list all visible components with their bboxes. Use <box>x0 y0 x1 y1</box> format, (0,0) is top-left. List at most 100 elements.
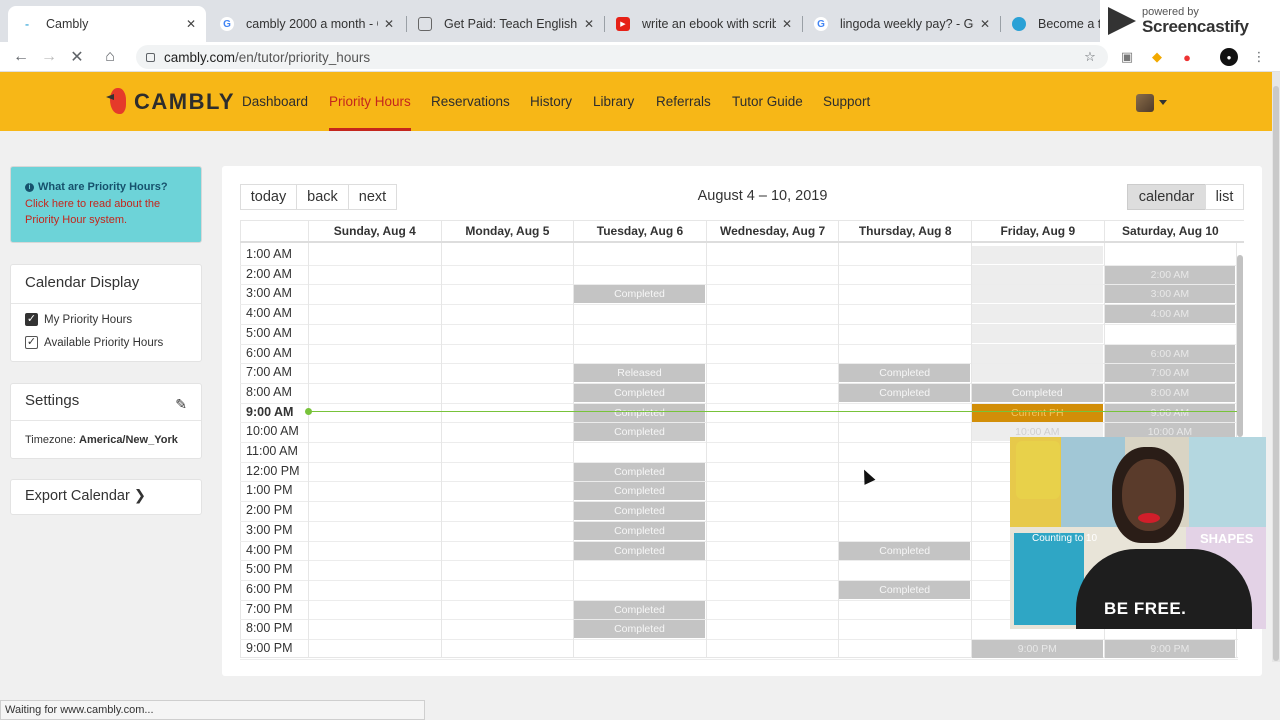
list-view-button[interactable]: list <box>1205 184 1244 210</box>
priority-hour-slot[interactable]: Completed <box>574 502 705 521</box>
priority-hour-slot[interactable] <box>972 364 1103 383</box>
priority-hour-slot[interactable]: Completed <box>574 285 705 304</box>
priority-hour-slot[interactable] <box>972 305 1103 324</box>
nav-reservations[interactable]: Reservations <box>431 72 510 131</box>
priority-hour-slot[interactable]: 9:00 PM <box>972 640 1103 658</box>
export-label: Export Calendar <box>25 488 130 504</box>
back-arrow-icon[interactable]: ← <box>10 46 32 68</box>
close-tab-icon[interactable]: ✕ <box>384 17 394 31</box>
priority-hour-slot[interactable]: Released <box>574 364 705 383</box>
priority-hour-slot[interactable]: Completed <box>574 403 705 422</box>
priority-hour-slot[interactable]: Completed <box>574 541 705 560</box>
browser-tab-4[interactable]: ▶ write an ebook with scrib ✕ <box>604 6 802 42</box>
priority-hour-slot[interactable]: Completed <box>574 482 705 501</box>
extension-icon[interactable]: ▣ <box>1118 48 1136 66</box>
priority-hour-slot[interactable]: 8:00 AM <box>1104 383 1236 402</box>
doc-icon <box>418 17 432 31</box>
profile-avatar[interactable]: ● <box>1220 48 1238 66</box>
shirt-text: BE FREE. <box>1104 599 1187 618</box>
browser-tab-cambly[interactable]: ˗ Cambly ✕ <box>8 6 206 42</box>
calendar-scrollbar[interactable] <box>1237 255 1243 437</box>
pencil-edit-icon[interactable]: ✎ <box>175 396 187 413</box>
browser-toolbar: ← → ✕ ⌂ cambly.com/en/tutor/priority_hou… <box>0 42 1280 72</box>
checkbox-checked-icon[interactable]: ✓ <box>25 336 38 349</box>
url-host: cambly.com <box>164 49 236 65</box>
chevron-down-icon[interactable] <box>1159 100 1167 105</box>
lock-icon <box>146 52 155 62</box>
nav-referrals[interactable]: Referrals <box>656 72 711 131</box>
day-header: Tuesday, Aug 6 <box>573 221 706 241</box>
priority-hour-slot[interactable]: 9:00 PM <box>1104 640 1236 658</box>
priority-hour-slot[interactable]: 7:00 AM <box>1104 364 1236 383</box>
browser-tab-6[interactable]: Become a tea <box>1000 6 1110 42</box>
nav-history[interactable]: History <box>530 72 572 131</box>
close-tab-icon[interactable]: ✕ <box>782 17 792 31</box>
nav-tutor-guide[interactable]: Tutor Guide <box>732 72 803 131</box>
star-bookmark-icon[interactable]: ☆ <box>1081 48 1099 66</box>
priority-hour-slot[interactable]: 4:00 AM <box>1104 305 1236 324</box>
available-priority-hours-option[interactable]: ✓ Available Priority Hours <box>25 336 163 349</box>
nav-library[interactable]: Library <box>593 72 634 131</box>
my-priority-hours-option[interactable]: ✓ My Priority Hours <box>25 313 132 326</box>
day-header: Wednesday, Aug 7 <box>705 221 839 241</box>
browser-tab-strip: ˗ Cambly ✕ G cambly 2000 a month - G ✕ G… <box>0 0 1280 42</box>
browser-tab-3[interactable]: Get Paid: Teach English O ✕ <box>406 6 604 42</box>
browser-tab-2[interactable]: G cambly 2000 a month - G ✕ <box>208 6 404 42</box>
stop-loading-icon[interactable]: ✕ <box>66 46 88 68</box>
priority-hour-slot[interactable]: Completed <box>574 620 705 639</box>
cambly-logo[interactable]: CAMBLY <box>106 84 235 120</box>
time-label: 4:00 AM <box>246 306 292 321</box>
priority-hour-slot[interactable]: Completed <box>574 462 705 481</box>
extension-icon[interactable]: ◆ <box>1148 48 1166 66</box>
home-icon[interactable]: ⌂ <box>99 46 121 68</box>
url-bar[interactable]: cambly.com/en/tutor/priority_hours <box>136 45 1108 69</box>
priority-hours-info[interactable]: i What are Priority Hours? Click here to … <box>10 166 202 243</box>
priority-hour-slot[interactable] <box>972 265 1103 284</box>
close-tab-icon[interactable]: ✕ <box>584 17 594 31</box>
timezone-value: America/New_York <box>79 434 178 446</box>
priority-hour-slot[interactable]: Completed <box>574 600 705 619</box>
nav-support[interactable]: Support <box>823 72 870 131</box>
export-calendar-card[interactable]: Export Calendar ❯ <box>10 479 202 515</box>
priority-hour-slot[interactable]: 3:00 AM <box>1104 285 1236 304</box>
priority-hour-slot[interactable]: Completed <box>574 521 705 540</box>
option-label: Available Priority Hours <box>44 336 164 349</box>
nav-dashboard[interactable]: Dashboard <box>242 72 308 131</box>
tab-title: Become a tea <box>1038 17 1100 31</box>
priority-hour-slot[interactable]: Current PH <box>972 403 1103 422</box>
day-header: Friday, Aug 9 <box>971 221 1104 241</box>
priority-hour-slot[interactable]: 2:00 AM <box>1104 265 1236 284</box>
today-button[interactable]: today <box>240 184 297 210</box>
priority-hour-slot[interactable]: 6:00 AM <box>1104 344 1236 363</box>
priority-hour-slot[interactable] <box>972 324 1103 343</box>
checkbox-checked-icon[interactable]: ✓ <box>25 313 38 326</box>
close-tab-icon[interactable]: ✕ <box>980 17 990 31</box>
user-avatar[interactable] <box>1136 94 1154 112</box>
page-scrollbar[interactable] <box>1272 72 1280 662</box>
priority-hour-slot[interactable]: Completed <box>972 383 1103 402</box>
calendar-view-button[interactable]: calendar <box>1127 184 1206 210</box>
priority-hour-slot[interactable] <box>972 344 1103 363</box>
back-button[interactable]: back <box>296 184 349 210</box>
priority-hour-slot[interactable]: Completed <box>574 383 705 402</box>
calendar-display-card: Calendar Display ✓ My Priority Hours ✓ A… <box>10 264 202 362</box>
priority-hour-slot[interactable]: Completed <box>839 364 970 383</box>
forward-arrow-icon[interactable]: → <box>38 46 60 68</box>
priority-hour-slot[interactable]: Completed <box>839 383 970 402</box>
priority-hour-slot[interactable]: Completed <box>839 580 970 599</box>
priority-hour-slot[interactable] <box>972 285 1103 304</box>
browser-tab-5[interactable]: G lingoda weekly pay? - Goo ✕ <box>802 6 1000 42</box>
priority-hour-slot[interactable]: Completed <box>839 541 970 560</box>
priority-hour-slot[interactable] <box>972 246 1103 264</box>
menu-kebab-icon[interactable]: ⋮ <box>1250 48 1268 66</box>
priority-hour-slot[interactable]: Completed <box>574 423 705 442</box>
export-calendar-button[interactable]: Export Calendar ❯ <box>25 488 146 504</box>
next-button[interactable]: next <box>348 184 397 210</box>
chevron-right-icon: ❯ <box>133 488 146 504</box>
info-link[interactable]: Click here to read about the Priority Ho… <box>25 196 187 228</box>
priority-hour-slot[interactable]: 9:00 AM <box>1104 403 1236 422</box>
time-label: 2:00 PM <box>246 503 293 518</box>
nav-priority-hours[interactable]: Priority Hours <box>329 72 411 131</box>
close-tab-icon[interactable]: ✕ <box>186 17 196 31</box>
extension-icon[interactable]: ● <box>1178 48 1196 66</box>
